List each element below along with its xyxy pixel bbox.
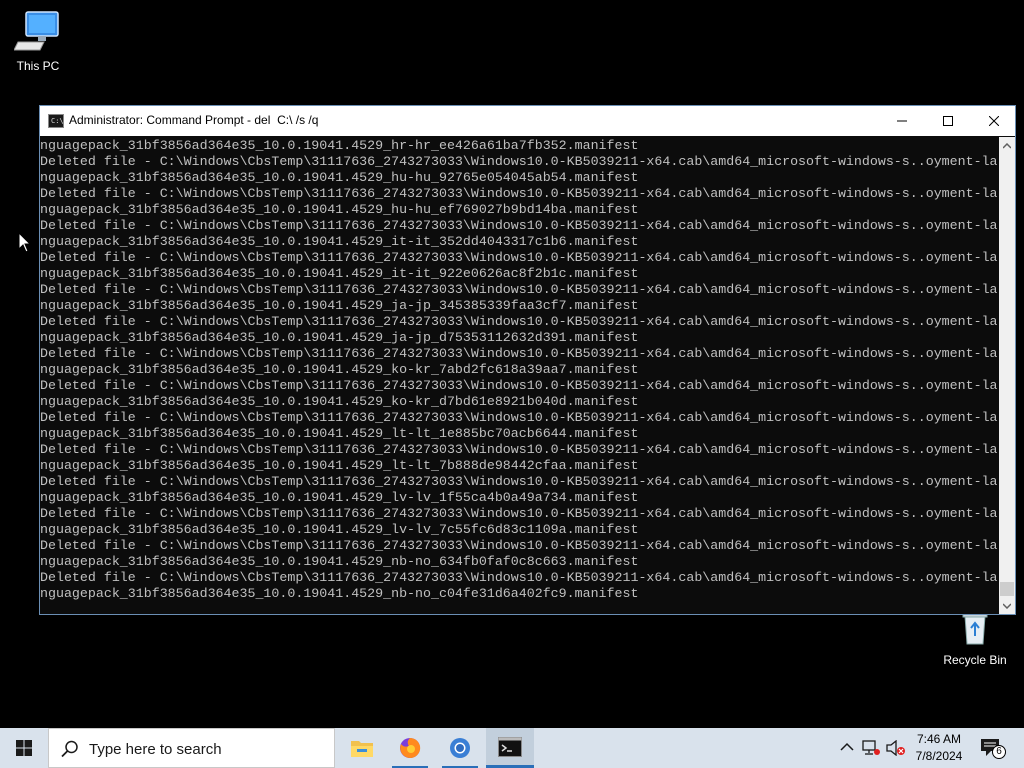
console-line: Deleted file - C:\Windows\CbsTemp\311176… bbox=[40, 442, 998, 457]
console-line: nguagepack_31bf3856ad364e35_10.0.19041.4… bbox=[40, 266, 639, 281]
file-explorer-icon bbox=[351, 741, 373, 757]
clock-date: 7/8/2024 bbox=[915, 749, 963, 763]
console-line: Deleted file - C:\Windows\CbsTemp\311176… bbox=[40, 570, 998, 585]
console-line: Deleted file - C:\Windows\CbsTemp\311176… bbox=[40, 314, 998, 329]
taskbar-file-explorer[interactable] bbox=[338, 728, 386, 768]
console-line: nguagepack_31bf3856ad364e35_10.0.19041.4… bbox=[40, 426, 639, 441]
minimize-button[interactable] bbox=[879, 106, 925, 135]
window-titlebar[interactable]: C:\ Administrator: Command Prompt - del … bbox=[40, 106, 1015, 136]
close-button[interactable] bbox=[971, 106, 1017, 135]
console-line: nguagepack_31bf3856ad364e35_10.0.19041.4… bbox=[40, 234, 639, 249]
console-line: Deleted file - C:\Windows\CbsTemp\311176… bbox=[40, 346, 998, 361]
console-line: Deleted file - C:\Windows\CbsTemp\311176… bbox=[40, 218, 998, 233]
desktop-icon-label: This PC bbox=[16, 59, 60, 73]
console-line: nguagepack_31bf3856ad364e35_10.0.19041.4… bbox=[40, 458, 639, 473]
console-line: Deleted file - C:\Windows\CbsTemp\311176… bbox=[40, 474, 998, 489]
console-line: nguagepack_31bf3856ad364e35_10.0.19041.4… bbox=[40, 586, 639, 601]
console-output[interactable]: nguagepack_31bf3856ad364e35_10.0.19041.4… bbox=[40, 137, 998, 614]
console-line: Deleted file - C:\Windows\CbsTemp\311176… bbox=[40, 154, 998, 169]
desktop-icon-this-pc[interactable]: This PC bbox=[0, 8, 76, 73]
window-title: Administrator: Command Prompt - del C:\ … bbox=[69, 113, 319, 127]
maximize-icon bbox=[943, 115, 953, 126]
speaker-muted-icon[interactable] bbox=[886, 740, 906, 756]
clock-time: 7:46 AM bbox=[916, 732, 962, 746]
start-button[interactable] bbox=[0, 728, 48, 768]
network-icon[interactable] bbox=[862, 740, 880, 756]
console-line: Deleted file - C:\Windows\CbsTemp\311176… bbox=[40, 282, 998, 297]
console-line: Deleted file - C:\Windows\CbsTemp\311176… bbox=[40, 378, 998, 393]
console-line: Deleted file - C:\Windows\CbsTemp\311176… bbox=[40, 506, 998, 521]
firefox-icon bbox=[400, 737, 421, 758]
console-line: Deleted file - C:\Windows\CbsTemp\311176… bbox=[40, 410, 998, 425]
search-icon bbox=[61, 740, 78, 758]
taskbar-chrome[interactable] bbox=[436, 728, 484, 768]
console-line: nguagepack_31bf3856ad364e35_10.0.19041.4… bbox=[40, 554, 639, 569]
desktop-icon-recycle-bin[interactable]: Recycle Bin bbox=[937, 610, 1013, 667]
scroll-thumb[interactable] bbox=[1000, 582, 1014, 596]
console-line: nguagepack_31bf3856ad364e35_10.0.19041.4… bbox=[40, 522, 639, 537]
cmd-icon: C:\ bbox=[48, 114, 64, 128]
taskbar-firefox[interactable] bbox=[386, 728, 434, 768]
console-line: Deleted file - C:\Windows\CbsTemp\311176… bbox=[40, 186, 998, 201]
taskbar: Type here to search 7:46 AM 7/8/2024 6 bbox=[0, 728, 1024, 768]
console-line: nguagepack_31bf3856ad364e35_10.0.19041.4… bbox=[40, 394, 639, 409]
chevron-up-icon[interactable] bbox=[840, 742, 854, 752]
computer-icon bbox=[13, 11, 59, 51]
chevron-up-icon bbox=[1003, 142, 1011, 149]
console-line: Deleted file - C:\Windows\CbsTemp\311176… bbox=[40, 538, 998, 553]
scroll-down-button[interactable] bbox=[999, 597, 1015, 614]
taskbar-clock[interactable]: 7:46 AM 7/8/2024 bbox=[912, 731, 966, 765]
close-icon bbox=[989, 115, 999, 126]
taskbar-command-prompt[interactable] bbox=[486, 728, 534, 768]
console-line: nguagepack_31bf3856ad364e35_10.0.19041.4… bbox=[40, 138, 639, 153]
console-line: nguagepack_31bf3856ad364e35_10.0.19041.4… bbox=[40, 170, 639, 185]
maximize-button[interactable] bbox=[925, 106, 971, 135]
minimize-icon bbox=[897, 120, 907, 121]
console-line: nguagepack_31bf3856ad364e35_10.0.19041.4… bbox=[40, 330, 639, 345]
taskbar-search-box[interactable]: Type here to search bbox=[48, 728, 335, 768]
scroll-up-button[interactable] bbox=[999, 137, 1015, 154]
search-placeholder: Type here to search bbox=[89, 741, 222, 758]
vertical-scrollbar[interactable] bbox=[999, 137, 1015, 614]
console-line: nguagepack_31bf3856ad364e35_10.0.19041.4… bbox=[40, 490, 639, 505]
recycle-bin-icon bbox=[962, 612, 988, 645]
windows-logo-icon bbox=[16, 740, 32, 756]
desktop-icon-label: Recycle Bin bbox=[943, 653, 1007, 667]
desktop: This PC Recycle Bin C:\ Administrator: C… bbox=[0, 0, 1024, 728]
console-line: nguagepack_31bf3856ad364e35_10.0.19041.4… bbox=[40, 202, 639, 217]
chrome-icon bbox=[450, 738, 470, 758]
command-prompt-window[interactable]: C:\ Administrator: Command Prompt - del … bbox=[39, 105, 1016, 615]
cmd-icon bbox=[498, 736, 522, 757]
console-line: nguagepack_31bf3856ad364e35_10.0.19041.4… bbox=[40, 362, 639, 377]
mouse-cursor-icon bbox=[18, 232, 32, 253]
console-line: Deleted file - C:\Windows\CbsTemp\311176… bbox=[40, 250, 998, 265]
chevron-down-icon bbox=[1003, 602, 1011, 609]
notification-count-badge: 6 bbox=[992, 745, 1006, 759]
console-line: nguagepack_31bf3856ad364e35_10.0.19041.4… bbox=[40, 298, 639, 313]
